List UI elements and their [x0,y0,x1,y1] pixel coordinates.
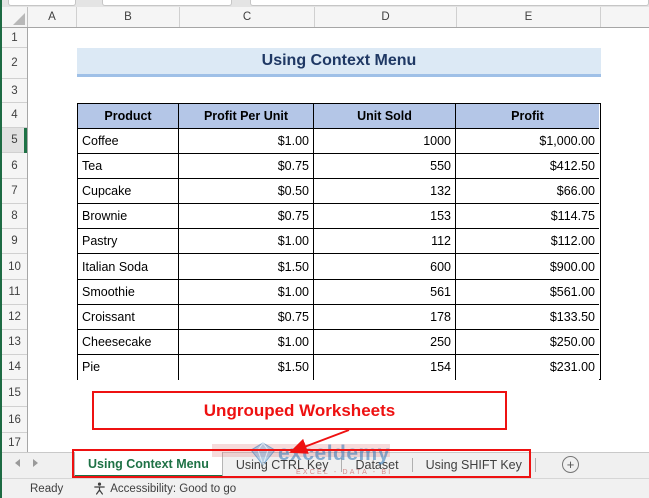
sheet-tabs: Using Context Menu Using CTRL Key Datase… [74,452,536,478]
table-cell[interactable]: $114.75 [456,204,599,229]
row-header-10[interactable]: 10 [2,254,27,280]
row-header-9[interactable]: 9 [2,229,27,254]
table-cell[interactable]: 154 [314,355,456,380]
row-header-17[interactable]: 17 [2,433,27,452]
table-cell[interactable]: $900.00 [456,254,599,279]
table-cell[interactable]: Cheesecake [78,330,179,355]
toolbar-edge [102,0,232,6]
select-all-button[interactable] [2,7,28,27]
excel-window: A B C D E 1 2 3 4 5 6 7 8 9 10 11 12 13 … [0,0,649,498]
sheet-tab-using-context-menu[interactable]: Using Context Menu [74,452,223,478]
table-cell[interactable]: Cupcake [78,179,179,204]
table-header-cell[interactable]: Unit Sold [314,104,456,129]
table-cell[interactable]: $0.75 [179,204,314,229]
table-cell[interactable]: Croissant [78,305,179,330]
table-cell[interactable]: Tea [78,154,179,179]
row-header-13[interactable]: 13 [2,330,27,355]
table-header-cell[interactable]: Product [78,104,179,129]
row-header-8[interactable]: 8 [2,204,27,229]
table-cell[interactable]: $231.00 [456,355,599,380]
accessibility-icon [93,482,106,495]
status-ready-label: Ready [30,483,63,495]
row-header-7[interactable]: 7 [2,179,27,204]
table-cell[interactable]: $112.00 [456,229,599,254]
table-cell[interactable]: 178 [314,305,456,330]
table-cell[interactable]: Italian Soda [78,254,179,279]
row-header-14[interactable]: 14 [2,355,27,380]
window-left-border [0,0,2,498]
row-header-11[interactable]: 11 [2,280,27,305]
tab-separator [535,458,536,472]
table-cell[interactable]: 600 [314,254,456,279]
table-cell[interactable]: $1,000.00 [456,129,599,154]
table-cell[interactable]: $1.00 [179,129,314,154]
sheet-title-banner[interactable]: Using Context Menu [77,48,601,77]
row-header-column: 1 2 3 4 5 6 7 8 9 10 11 12 13 14 15 16 1… [2,28,28,452]
sheet-tab-using-ctrl-key[interactable]: Using CTRL Key [223,452,342,478]
table-cell[interactable]: $66.00 [456,179,599,204]
new-sheet-button[interactable]: + [562,456,579,473]
row-header-3[interactable]: 3 [2,79,27,103]
table-header-cell[interactable]: Profit [456,104,599,129]
table-cell[interactable]: 1000 [314,129,456,154]
table-cell[interactable]: 132 [314,179,456,204]
row-header-4[interactable]: 4 [2,103,27,128]
column-header-b[interactable]: B [77,7,180,27]
sheet-tab-dataset[interactable]: Dataset [342,452,411,478]
column-header-c[interactable]: C [180,7,315,27]
select-all-triangle-icon [13,13,25,25]
table-cell[interactable]: $133.50 [456,305,599,330]
column-header-e[interactable]: E [457,7,601,27]
table-cell[interactable]: $412.50 [456,154,599,179]
column-header-row: A B C D E [2,7,649,28]
table-cell[interactable]: $1.50 [179,254,314,279]
status-bar: Ready Accessibility: Good to go [2,478,649,498]
table-cell[interactable]: 112 [314,229,456,254]
table-cell[interactable]: $561.00 [456,280,599,305]
column-header-d[interactable]: D [315,7,457,27]
table-cell[interactable]: 153 [314,204,456,229]
row-header-2[interactable]: 2 [2,48,27,79]
table-cell[interactable]: Brownie [78,204,179,229]
table-cell[interactable]: $1.50 [179,355,314,380]
table-cell[interactable]: $1.00 [179,280,314,305]
formula-bar-edge [0,0,649,7]
row-header-12[interactable]: 12 [2,305,27,330]
formula-input-edge [250,0,649,6]
table-cell[interactable]: 550 [314,154,456,179]
tab-scroll-left-icon[interactable] [15,459,20,467]
active-row-indicator [24,128,27,153]
table-cell[interactable]: 561 [314,280,456,305]
row-header-6[interactable]: 6 [2,153,27,179]
table-cell[interactable]: $0.75 [179,154,314,179]
name-box-edge [8,0,76,6]
ungrouped-worksheets-callout[interactable]: Ungrouped Worksheets [92,391,507,430]
product-table: Product Profit Per Unit Unit Sold Profit… [77,103,601,380]
column-header-a[interactable]: A [28,7,77,27]
table-cell[interactable]: Pie [78,355,179,380]
column-header-partial[interactable] [601,7,649,27]
table-cell[interactable]: $250.00 [456,330,599,355]
tab-scroll-right-icon[interactable] [33,459,38,467]
table-cell[interactable]: $1.00 [179,330,314,355]
row-header-15[interactable]: 15 [2,380,27,407]
table-cell[interactable]: 250 [314,330,456,355]
table-cell[interactable]: Pastry [78,229,179,254]
accessibility-status[interactable]: Accessibility: Good to go [110,483,236,495]
table-cell[interactable]: $0.50 [179,179,314,204]
table-cell[interactable]: $1.00 [179,229,314,254]
row-header-1[interactable]: 1 [2,28,27,48]
table-cell[interactable]: Smoothie [78,280,179,305]
table-header-cell[interactable]: Profit Per Unit [179,104,314,129]
table-cell[interactable]: Coffee [78,129,179,154]
sheet-tab-using-shift-key[interactable]: Using SHIFT Key [413,452,535,478]
row-header-16[interactable]: 16 [2,407,27,433]
table-cell[interactable]: $0.75 [179,305,314,330]
